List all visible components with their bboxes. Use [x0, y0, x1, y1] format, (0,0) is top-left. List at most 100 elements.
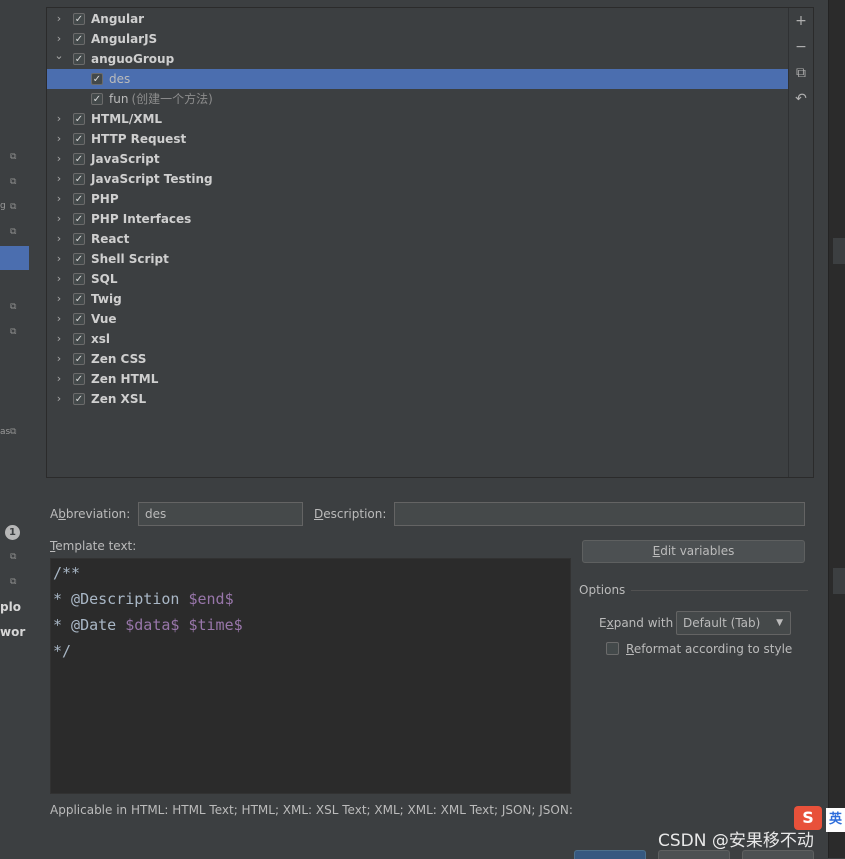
template-name: Shell Script	[91, 252, 169, 266]
template-label: React	[91, 229, 129, 249]
enabled-checkbox[interactable]: ✓	[73, 173, 85, 185]
template-group-row[interactable]: › ✓ Zen XSL	[47, 389, 788, 409]
template-name: des	[109, 72, 131, 86]
restore-icon[interactable]: ↶	[793, 91, 809, 107]
template-group-row[interactable]: › ✓ PHP Interfaces	[47, 209, 788, 229]
enabled-checkbox[interactable]: ✓	[73, 153, 85, 165]
enabled-checkbox[interactable]: ✓	[91, 73, 103, 85]
copy-icon[interactable]: ⧉	[10, 177, 20, 187]
template-label: HTML/XML	[91, 109, 162, 129]
template-group-row[interactable]: › ✓ JavaScript Testing	[47, 169, 788, 189]
left-strip-selected-item[interactable]	[0, 246, 29, 270]
right-edge-marker	[833, 568, 845, 594]
copy-icon[interactable]: ⧉	[10, 577, 20, 587]
remove-icon[interactable]: −	[793, 39, 809, 55]
tree-toolbar: + − ⧉ ↶	[788, 8, 814, 477]
template-group-row[interactable]: › ✓ Zen CSS	[47, 349, 788, 369]
enabled-checkbox[interactable]: ✓	[73, 213, 85, 225]
template-text-editor[interactable]: /** * @Description $end$ * @Date $data$ …	[50, 558, 571, 794]
enabled-checkbox[interactable]: ✓	[73, 33, 85, 45]
enabled-checkbox[interactable]: ✓	[73, 273, 85, 285]
template-label: PHP Interfaces	[91, 209, 191, 229]
live-templates-tree[interactable]: › ✓ Angular › ✓ AngularJS ⌄ ✓ anguoGroup ✓ des ✓ fun…	[47, 8, 788, 477]
template-name: HTTP Request	[91, 132, 187, 146]
template-group-row[interactable]: ⌄ ✓ anguoGroup	[47, 49, 788, 69]
template-group-row[interactable]: › ✓ xsl	[47, 329, 788, 349]
chevron-right-icon[interactable]: ›	[54, 229, 64, 249]
enabled-checkbox[interactable]: ✓	[73, 333, 85, 345]
applicable-contexts-text: Applicable in HTML: HTML Text; HTML; XML…	[50, 803, 573, 817]
abbreviation-input[interactable]: des	[138, 502, 303, 526]
chevron-right-icon[interactable]: ›	[54, 369, 64, 389]
enabled-checkbox[interactable]: ✓	[73, 293, 85, 305]
chevron-right-icon[interactable]: ›	[54, 269, 64, 289]
watermark: CSDN @安果移不动	[658, 831, 814, 851]
enabled-checkbox[interactable]: ✓	[73, 133, 85, 145]
enabled-checkbox[interactable]: ✓	[73, 113, 85, 125]
copy-icon[interactable]: ⧉	[793, 65, 809, 81]
template-group-row[interactable]: › ✓ PHP	[47, 189, 788, 209]
enabled-checkbox[interactable]: ✓	[91, 93, 103, 105]
enabled-checkbox[interactable]: ✓	[73, 313, 85, 325]
template-label: Shell Script	[91, 249, 169, 269]
chevron-right-icon[interactable]: ›	[54, 129, 64, 149]
copy-icon[interactable]: ⧉	[10, 327, 20, 337]
enabled-checkbox[interactable]: ✓	[73, 193, 85, 205]
chevron-down-icon[interactable]: ⌄	[54, 49, 64, 69]
template-group-row[interactable]: › ✓ React	[47, 229, 788, 249]
template-label: Angular	[91, 9, 144, 29]
template-group-row[interactable]: › ✓ Vue	[47, 309, 788, 329]
chevron-right-icon[interactable]: ›	[54, 109, 64, 129]
copy-icon[interactable]: ⧉	[10, 202, 20, 212]
chevron-right-icon[interactable]: ›	[54, 189, 64, 209]
chevron-right-icon[interactable]: ›	[54, 209, 64, 229]
edit-variables-button[interactable]: Edit variables	[582, 540, 805, 563]
template-group-row[interactable]: › ✓ SQL	[47, 269, 788, 289]
template-label: des	[109, 69, 130, 89]
enabled-checkbox[interactable]: ✓	[73, 13, 85, 25]
template-group-row[interactable]: › ✓ Angular	[47, 9, 788, 29]
expand-with-select[interactable]: Default (Tab) ▼	[676, 611, 791, 635]
enabled-checkbox[interactable]: ✓	[73, 353, 85, 365]
copy-icon[interactable]: ⧉	[10, 302, 20, 312]
template-label: JavaScript Testing	[91, 169, 213, 189]
enabled-checkbox[interactable]: ✓	[73, 233, 85, 245]
enabled-checkbox[interactable]: ✓	[73, 53, 85, 65]
chevron-right-icon[interactable]: ›	[54, 389, 64, 409]
template-group-row[interactable]: › ✓ JavaScript	[47, 149, 788, 169]
enabled-checkbox[interactable]: ✓	[73, 393, 85, 405]
chevron-right-icon[interactable]: ›	[54, 329, 64, 349]
enabled-checkbox[interactable]: ✓	[73, 373, 85, 385]
template-item-row[interactable]: ✓ fun (创建一个方法)	[47, 89, 788, 109]
add-icon[interactable]: +	[793, 13, 809, 29]
template-group-row[interactable]: › ✓ HTTP Request	[47, 129, 788, 149]
right-edge-panel	[828, 0, 845, 858]
template-name: Zen HTML	[91, 372, 159, 386]
template-group-row[interactable]: › ✓ Twig	[47, 289, 788, 309]
chevron-right-icon[interactable]: ›	[54, 309, 64, 329]
description-input[interactable]	[394, 502, 805, 526]
template-group-row[interactable]: › ✓ AngularJS	[47, 29, 788, 49]
reformat-checkbox[interactable]	[606, 642, 619, 655]
chevron-right-icon[interactable]: ›	[54, 249, 64, 269]
template-group-row[interactable]: › ✓ Shell Script	[47, 249, 788, 269]
template-label: Vue	[91, 309, 117, 329]
chevron-right-icon[interactable]: ›	[54, 9, 64, 29]
template-item-row[interactable]: ✓ des	[47, 69, 788, 89]
copy-icon[interactable]: ⧉	[10, 152, 20, 162]
chevron-right-icon[interactable]: ›	[54, 29, 64, 49]
copy-icon[interactable]: ⧉	[10, 552, 20, 562]
copy-icon[interactable]: ⧉	[10, 227, 20, 237]
template-group-row[interactable]: › ✓ Zen HTML	[47, 369, 788, 389]
enabled-checkbox[interactable]: ✓	[73, 253, 85, 265]
chevron-right-icon[interactable]: ›	[54, 169, 64, 189]
copy-icon[interactable]: ⧉	[10, 427, 20, 437]
chevron-right-icon[interactable]: ›	[54, 149, 64, 169]
chevron-right-icon[interactable]: ›	[54, 289, 64, 309]
template-group-row[interactable]: › ✓ HTML/XML	[47, 109, 788, 129]
reformat-label[interactable]: Reformat according to style	[626, 642, 792, 656]
template-label: SQL	[91, 269, 118, 289]
chevron-right-icon[interactable]: ›	[54, 349, 64, 369]
template-name: React	[91, 232, 130, 246]
right-edge-marker	[833, 238, 845, 264]
